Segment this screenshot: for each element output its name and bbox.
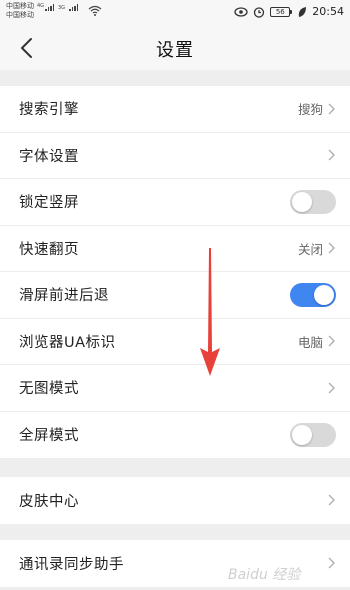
setting-search-engine[interactable]: 搜索引擎 搜狗 <box>0 86 350 133</box>
status-right: 56 20:54 <box>234 5 344 18</box>
carrier-1-label: 中国移动 <box>6 2 34 10</box>
eye-icon <box>234 6 248 17</box>
setting-fullscreen-mode: 全屏模式 <box>0 412 350 459</box>
setting-skin-center[interactable]: 皮肤中心 <box>0 477 350 524</box>
settings-section-skin: 皮肤中心 <box>0 477 350 524</box>
setting-value: 搜狗 <box>297 102 323 118</box>
svg-text:Baidu 经验: Baidu 经验 <box>228 567 302 583</box>
setting-label: 快速翻页 <box>19 241 79 258</box>
page-title: 设置 <box>156 40 194 61</box>
chevron-right-icon <box>328 382 335 394</box>
carrier-2-label: 中国移动 <box>6 11 34 19</box>
signal-1-tag: 4G <box>37 3 45 9</box>
wifi-icon <box>88 5 102 16</box>
leaf-icon <box>299 6 307 17</box>
alarm-icon <box>254 6 265 18</box>
setting-label: 搜索引擎 <box>19 102 79 119</box>
setting-label: 锁定竖屏 <box>19 195 79 212</box>
setting-label: 皮肤中心 <box>19 493 79 510</box>
status-bar: 中国移动 4G 中国移动 3G 56 20:54 <box>0 0 350 24</box>
setting-browser-ua[interactable]: 浏览器UA标识 电脑 <box>0 319 350 365</box>
setting-label: 滑屏前进后退 <box>19 288 109 305</box>
setting-font[interactable]: 字体设置 <box>0 133 350 179</box>
setting-no-image-mode[interactable]: 无图模式 <box>0 365 350 412</box>
signal-2-icon <box>69 4 79 11</box>
chevron-right-icon <box>328 335 335 347</box>
signal-2-tag: 3G <box>58 5 66 11</box>
clock-time: 20:54 <box>312 5 344 18</box>
chevron-right-icon <box>328 103 335 115</box>
setting-label: 通讯录同步助手 <box>19 556 124 573</box>
carrier-info: 中国移动 4G 中国移动 <box>6 2 44 20</box>
chevron-right-icon <box>328 149 335 161</box>
setting-lock-portrait: 锁定竖屏 <box>0 179 350 226</box>
battery-icon: 56 <box>270 6 293 17</box>
setting-fast-page-turn[interactable]: 快速翻页 关闭 <box>0 226 350 272</box>
settings-section-general: 搜索引擎 搜狗 字体设置 锁定竖屏 快速翻页 关闭 滑屏前进后退 浏览器UA标识… <box>0 86 350 458</box>
setting-label: 全屏模式 <box>19 428 79 445</box>
setting-label: 浏览器UA标识 <box>19 334 116 351</box>
setting-label: 字体设置 <box>19 148 79 165</box>
fullscreen-toggle[interactable] <box>290 422 336 447</box>
header-bar: 设置 <box>0 24 350 70</box>
baidu-jingyan-watermark: Baidu 经验 <box>228 567 302 583</box>
battery-level: 56 <box>270 6 291 17</box>
swipe-navigation-toggle[interactable] <box>290 282 336 307</box>
setting-swipe-navigation: 滑屏前进后退 <box>0 272 350 319</box>
setting-value: 关闭 <box>297 241 323 257</box>
lock-portrait-toggle[interactable] <box>290 189 336 214</box>
signal-icons: 3G <box>44 4 79 11</box>
chevron-right-icon <box>328 242 335 254</box>
signal-1-icon <box>45 4 54 11</box>
setting-value: 电脑 <box>297 334 323 350</box>
chevron-right-icon <box>328 494 335 506</box>
setting-label: 无图模式 <box>19 381 79 398</box>
